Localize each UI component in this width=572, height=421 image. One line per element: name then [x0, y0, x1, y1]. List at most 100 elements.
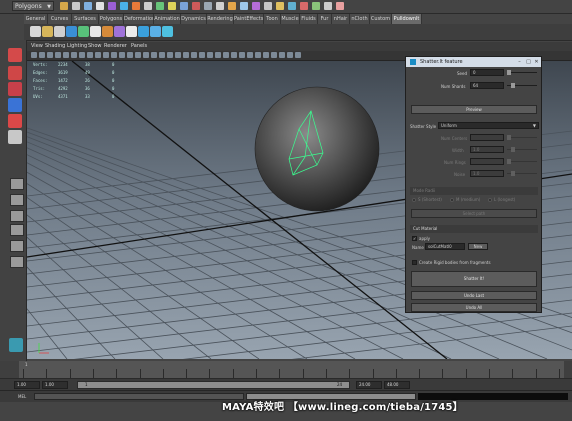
- seed-slider[interactable]: [507, 70, 537, 75]
- status-tool-icon[interactable]: [108, 2, 116, 10]
- slider-handle[interactable]: [511, 83, 515, 88]
- status-tool-icon[interactable]: [180, 2, 188, 10]
- shelf-tab[interactable]: Surfaces: [72, 14, 99, 24]
- num-centers-slider[interactable]: [507, 135, 537, 140]
- status-tool-icon[interactable]: [300, 2, 308, 10]
- num-shards-field[interactable]: 64: [470, 82, 504, 89]
- shelf-tool-icon[interactable]: [42, 26, 53, 37]
- status-tool-icon[interactable]: [84, 2, 92, 10]
- command-input[interactable]: [34, 393, 244, 400]
- shelf-tool-icon[interactable]: [162, 26, 173, 37]
- panel-toolbar-icon[interactable]: [55, 52, 61, 58]
- shelf-tool-icon[interactable]: [66, 26, 77, 37]
- status-tool-icon[interactable]: [216, 2, 224, 10]
- menu-set-dropdown[interactable]: Polygons ▼: [12, 1, 54, 11]
- slider-handle[interactable]: [511, 147, 515, 152]
- status-tool-icon[interactable]: [240, 2, 248, 10]
- shelf-tab[interactable]: Fluids: [300, 14, 318, 24]
- window-titlebar[interactable]: Shatter.lt feature – □ ✕: [406, 57, 541, 67]
- status-tool-icon[interactable]: [168, 2, 176, 10]
- panel-toolbar-icon[interactable]: [279, 52, 285, 58]
- minimize-icon[interactable]: –: [516, 59, 523, 65]
- shelf-tab[interactable]: Fur: [318, 14, 332, 24]
- status-tool-icon[interactable]: [96, 2, 104, 10]
- status-tool-icon[interactable]: [144, 2, 152, 10]
- panel-menu-item[interactable]: View: [31, 42, 43, 51]
- radio-shortest[interactable]: [412, 198, 416, 202]
- status-tool-icon[interactable]: [324, 2, 332, 10]
- shelf-tab[interactable]: nCloth: [350, 14, 370, 24]
- slider-handle[interactable]: [507, 135, 511, 140]
- select-path-button[interactable]: Select path: [411, 209, 537, 218]
- panel-toolbar-icon[interactable]: [71, 52, 77, 58]
- panel-toolbar-icon[interactable]: [39, 52, 45, 58]
- shelf-tab[interactable]: Curves: [48, 14, 72, 24]
- preview-button[interactable]: Preview: [411, 105, 537, 114]
- panel-toolbar-icon[interactable]: [199, 52, 205, 58]
- range-start-inner-field[interactable]: 1.00: [42, 381, 68, 389]
- shelf-tab[interactable]: Deformation: [124, 14, 154, 24]
- paint-select-tool-icon[interactable]: [8, 82, 22, 96]
- panel-toolbar-icon[interactable]: [127, 52, 133, 58]
- width-slider[interactable]: [507, 147, 537, 152]
- close-icon[interactable]: ✕: [533, 59, 540, 65]
- panel-toolbar-icon[interactable]: [95, 52, 101, 58]
- panel-toolbar-icon[interactable]: [231, 52, 237, 58]
- panel-toolbar-icon[interactable]: [175, 52, 181, 58]
- panel-toolbar-icon[interactable]: [191, 52, 197, 58]
- panel-toolbar-icon[interactable]: [79, 52, 85, 58]
- shelf-tab[interactable]: nHair: [332, 14, 350, 24]
- lasso-tool-icon[interactable]: [8, 66, 22, 80]
- shelf-tool-icon[interactable]: [54, 26, 65, 37]
- radio-medium[interactable]: [450, 198, 454, 202]
- status-tool-icon[interactable]: [120, 2, 128, 10]
- panel-toolbar-icon[interactable]: [103, 52, 109, 58]
- panel-toolbar-icon[interactable]: [215, 52, 221, 58]
- scale-tool-icon[interactable]: [8, 130, 22, 144]
- num-rings-field[interactable]: [470, 158, 504, 165]
- panel-toolbar-icon[interactable]: [239, 52, 245, 58]
- shelf-tab[interactable]: PaintEffects: [234, 14, 264, 24]
- shelf-tab[interactable]: Dynamics: [181, 14, 207, 24]
- shelf-tab[interactable]: Animation: [154, 14, 181, 24]
- radio-longest[interactable]: [488, 198, 492, 202]
- status-tool-icon[interactable]: [312, 2, 320, 10]
- status-tool-icon[interactable]: [204, 2, 212, 10]
- panel-menu-item[interactable]: Show: [88, 42, 102, 51]
- range-end-inner-field[interactable]: 24.00: [356, 381, 382, 389]
- shelf-tab[interactable]: Polygons: [99, 14, 124, 24]
- panel-toolbar-icon[interactable]: [119, 52, 125, 58]
- panel-menu-item[interactable]: Renderer: [104, 42, 127, 51]
- status-tool-icon[interactable]: [72, 2, 80, 10]
- range-bar[interactable]: 1 24: [77, 381, 350, 389]
- move-tool-icon[interactable]: [8, 98, 22, 112]
- time-ticks[interactable]: 1: [19, 361, 564, 378]
- persp-graph-layout-button[interactable]: [10, 224, 24, 236]
- panel-toolbar-icon[interactable]: [223, 52, 229, 58]
- outliner-layout-button[interactable]: [10, 256, 24, 268]
- panel-toolbar-icon[interactable]: [287, 52, 293, 58]
- shelf-tool-icon[interactable]: [78, 26, 89, 37]
- panel-toolbar-icon[interactable]: [63, 52, 69, 58]
- panel-toolbar-icon[interactable]: [167, 52, 173, 58]
- maximize-icon[interactable]: □: [525, 59, 532, 65]
- rotate-tool-icon[interactable]: [8, 114, 22, 128]
- panel-toolbar-icon[interactable]: [295, 52, 301, 58]
- shelf-tab[interactable]: Muscle: [281, 14, 300, 24]
- panel-toolbar-icon[interactable]: [31, 52, 37, 58]
- apply-checkbox[interactable]: ✓: [412, 236, 417, 241]
- slider-handle[interactable]: [507, 159, 511, 164]
- shelf-tab[interactable]: Toon: [264, 14, 281, 24]
- panel-toolbar-icon[interactable]: [263, 52, 269, 58]
- status-tool-icon[interactable]: [156, 2, 164, 10]
- status-tool-icon[interactable]: [288, 2, 296, 10]
- select-tool-icon[interactable]: [8, 48, 22, 62]
- panel-toolbar-icon[interactable]: [247, 52, 253, 58]
- status-tool-icon[interactable]: [60, 2, 68, 10]
- width-field[interactable]: 1.0: [470, 146, 504, 153]
- single-view-layout-button[interactable]: [10, 178, 24, 190]
- range-end-field[interactable]: 48.00: [384, 381, 410, 389]
- shatter-it-button[interactable]: Shatter It!: [411, 271, 537, 287]
- seed-field[interactable]: 0: [470, 69, 504, 76]
- shelf-tool-icon[interactable]: [138, 26, 149, 37]
